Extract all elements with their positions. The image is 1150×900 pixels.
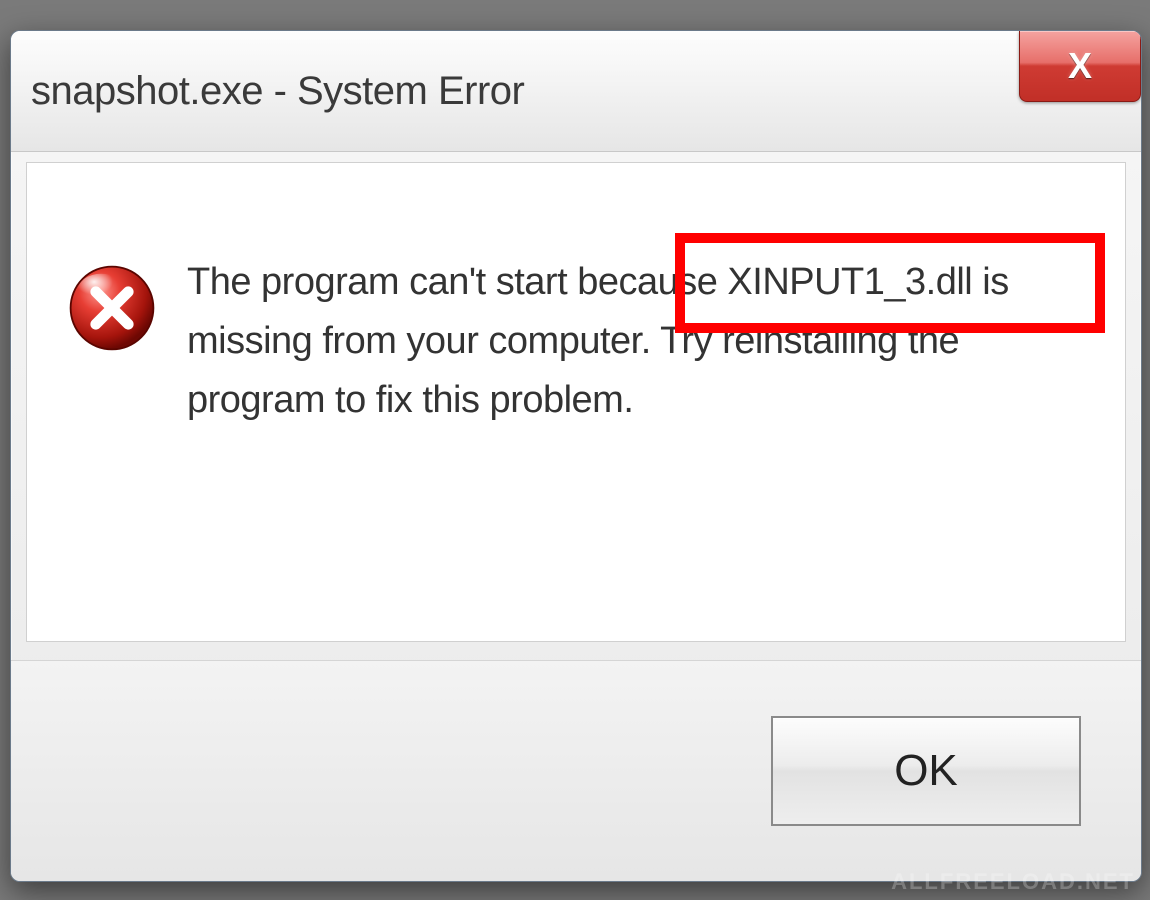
ok-button[interactable]: OK [771, 716, 1081, 826]
dialog-button-area: OK [11, 660, 1141, 881]
dialog-title: snapshot.exe - System Error [31, 69, 524, 114]
close-icon: X [1068, 45, 1092, 87]
close-button[interactable]: X [1019, 31, 1141, 102]
dialog-body: The program can't start because XINPUT1_… [26, 162, 1126, 642]
titlebar[interactable]: snapshot.exe - System Error X [11, 31, 1141, 152]
system-error-dialog: snapshot.exe - System Error X [10, 30, 1142, 882]
error-message: The program can't start because XINPUT1_… [187, 253, 1085, 430]
annotation-highlight [675, 233, 1105, 333]
error-x-icon [67, 263, 157, 353]
